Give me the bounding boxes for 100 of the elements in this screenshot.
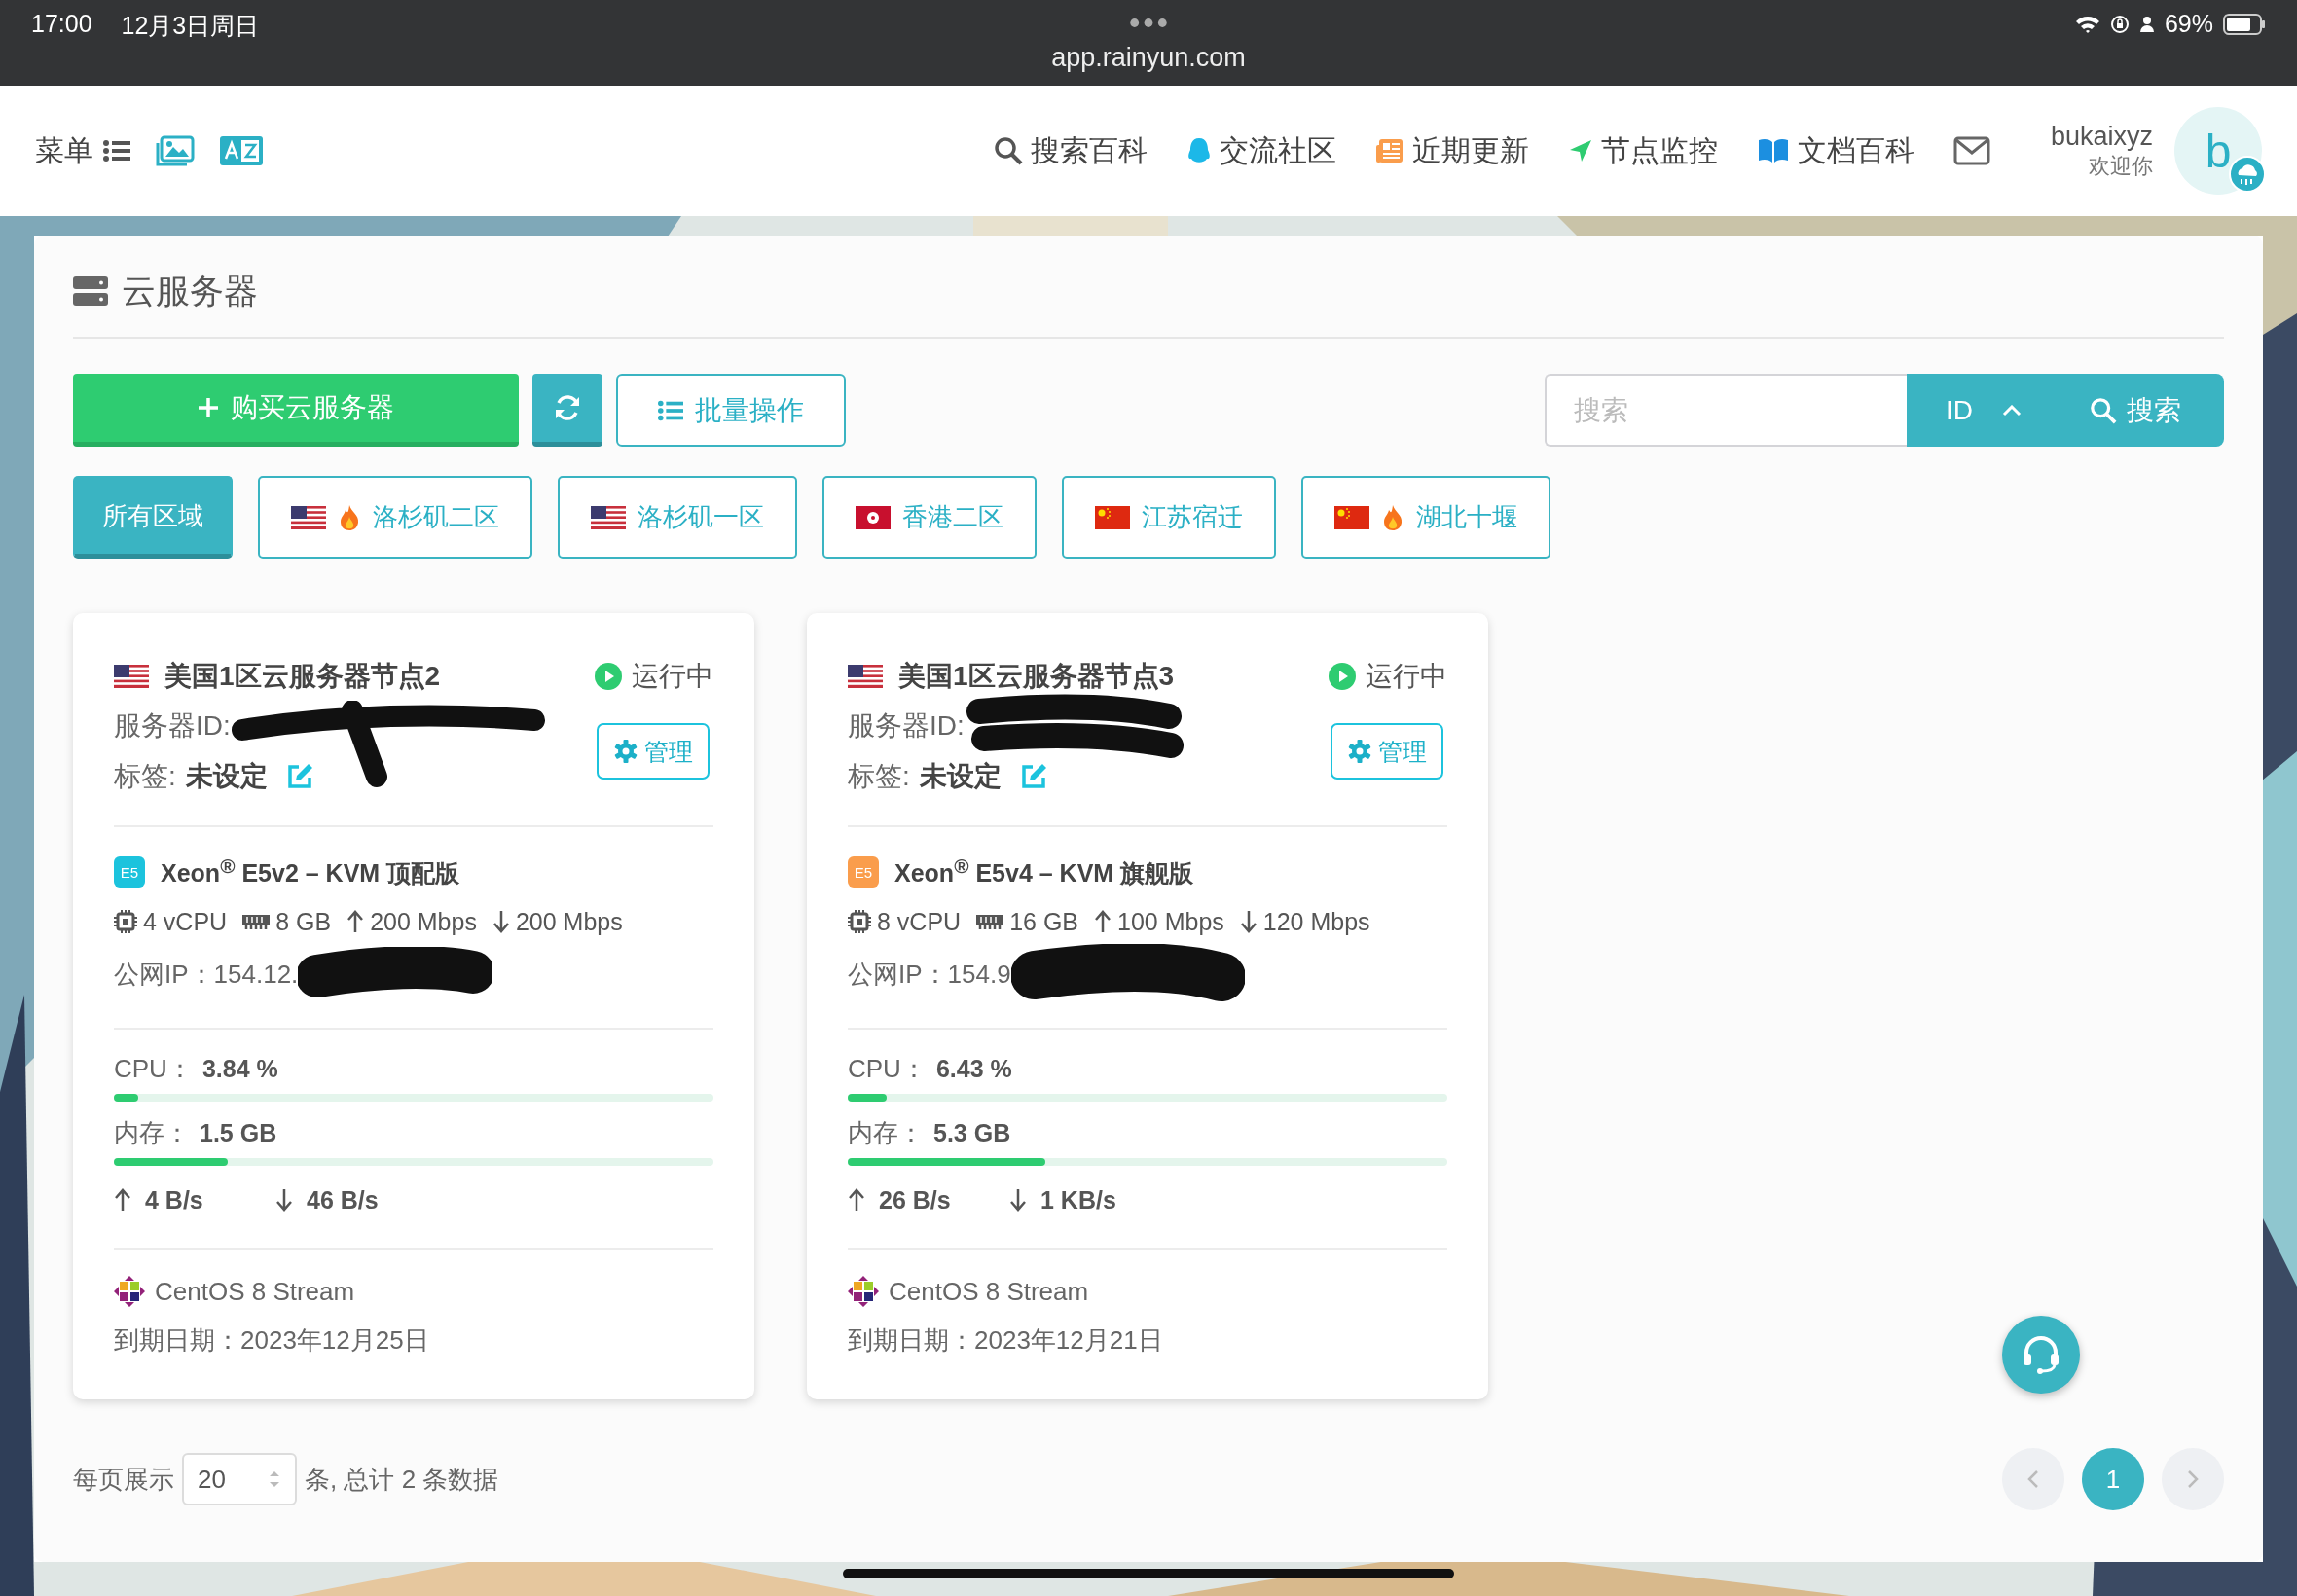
- lock-rotation-icon: [2109, 14, 2130, 34]
- penguin-icon: [1185, 136, 1212, 165]
- play-icon: [1329, 663, 1356, 690]
- pinwheel-logo-icon: [114, 1276, 145, 1307]
- menu-button[interactable]: 菜单: [35, 130, 130, 171]
- chip-icon: [848, 910, 871, 933]
- fire-icon: [1381, 503, 1404, 531]
- book-icon: [1756, 137, 1790, 164]
- nav-link[interactable]: 节点监控: [1567, 130, 1718, 171]
- plan-name: Xeon$^{®}$ E5v2 – KVM 顶配版: [161, 853, 460, 889]
- memory-label: 内存：: [114, 1116, 190, 1149]
- down-arrow-icon: [1009, 1188, 1027, 1212]
- support-button[interactable]: [2002, 1316, 2080, 1394]
- cpu-badge: E5: [114, 856, 145, 888]
- list-icon: [103, 140, 130, 162]
- fire-icon: [338, 503, 361, 531]
- play-icon: [595, 663, 622, 690]
- memory-icon: [976, 913, 1004, 930]
- expiry-date: 2023年12月25日: [240, 1324, 429, 1357]
- translate-icon[interactable]: [220, 136, 263, 165]
- person-icon: [2138, 14, 2155, 34]
- upload-speed: 26 B/s: [879, 1185, 952, 1215]
- nav-link[interactable]: 搜索百科: [993, 130, 1148, 171]
- search-icon: [993, 136, 1023, 165]
- battery-percent: 69%: [2164, 10, 2213, 38]
- nav-link[interactable]: 交流社区: [1185, 130, 1336, 171]
- up-arrow-icon: [346, 910, 365, 933]
- search-icon: [2090, 396, 2117, 424]
- cpu-label: CPU：: [114, 1052, 193, 1085]
- download-bandwidth: 200 Mbps: [515, 907, 623, 936]
- cpu-usage: 6.43 %: [935, 1054, 1012, 1083]
- plan-name: Xeon$^{®}$ E5v4 – KVM 旗舰版: [894, 853, 1194, 889]
- up-arrow-icon: [1094, 910, 1112, 933]
- user-name: bukaixyz: [2050, 121, 2153, 152]
- refresh-icon: [553, 393, 582, 422]
- manage-button[interactable]: 管理: [1331, 723, 1443, 780]
- ip-label: 公网IP：: [114, 958, 214, 991]
- down-arrow-icon: [1239, 910, 1258, 933]
- tag-label: 标签:: [114, 760, 176, 793]
- sort-field-select[interactable]: ID: [1907, 374, 2051, 447]
- search-button[interactable]: 搜索: [2051, 374, 2224, 447]
- wifi-icon: [2074, 14, 2100, 34]
- region-filter[interactable]: 江苏宿迁: [1062, 476, 1276, 559]
- total-count: 条, 总计 2 条数据: [305, 1463, 499, 1496]
- more-dots-icon[interactable]: [1129, 18, 1168, 28]
- batch-action-button[interactable]: 批量操作: [616, 374, 846, 447]
- os-name: CentOS 8 Stream: [889, 1276, 1089, 1307]
- plus-icon: [198, 397, 219, 418]
- flag-icon: [114, 665, 149, 688]
- server-icon: [73, 276, 108, 306]
- nav-link[interactable]: 近期更新: [1374, 130, 1529, 171]
- tag-value: 未设定: [919, 760, 1002, 793]
- refresh-button[interactable]: [532, 374, 602, 447]
- ip-address: 154.12.: [213, 959, 299, 990]
- nav-link[interactable]: 文档百科: [1756, 130, 1914, 171]
- status-text: 运行中: [632, 660, 713, 693]
- region-filter[interactable]: 洛杉矶二区: [258, 476, 532, 559]
- list-icon: [658, 399, 683, 421]
- upload-speed: 4 B/s: [145, 1185, 204, 1215]
- sort-arrows-icon: [268, 1469, 281, 1490]
- memory-usage: 5.3 GB: [933, 1118, 1011, 1147]
- region-filter[interactable]: 香港二区: [822, 476, 1037, 559]
- greeting-text: 欢迎你: [2089, 152, 2153, 180]
- page-button[interactable]: 1: [2082, 1448, 2144, 1510]
- memory-icon: [242, 913, 271, 930]
- region-filter[interactable]: 所有区域: [73, 476, 233, 559]
- gear-icon: [1347, 739, 1372, 764]
- url-text[interactable]: app.rainyun.com: [1051, 43, 1246, 73]
- server-name[interactable]: 美国1区云服务器节点3: [898, 658, 1175, 695]
- flag-icon: [856, 505, 891, 529]
- ram-size: 16 GB: [1009, 907, 1078, 936]
- memory-label: 内存：: [848, 1116, 924, 1149]
- search-field[interactable]: 搜索: [1545, 374, 1907, 447]
- vcpu-count: 8 vCPU: [877, 907, 962, 936]
- battery-icon: [2223, 13, 2266, 35]
- status-text: 运行中: [1366, 660, 1447, 693]
- buy-server-button[interactable]: 购买云服务器: [73, 374, 519, 447]
- server-name[interactable]: 美国1区云服务器节点2: [164, 658, 441, 695]
- image-icon[interactable]: [156, 135, 195, 166]
- page-title: 云服务器: [122, 270, 258, 311]
- manage-button[interactable]: 管理: [597, 723, 710, 780]
- pinwheel-logo-icon: [848, 1276, 879, 1307]
- expiry-date: 2023年12月21日: [974, 1324, 1163, 1357]
- expiry-label: 到期日期：: [848, 1324, 974, 1357]
- vcpu-count: 4 vCPU: [143, 907, 228, 936]
- flag-icon: [291, 505, 326, 529]
- region-filter[interactable]: 湖北十堰: [1301, 476, 1550, 559]
- region-filter[interactable]: 洛杉矶一区: [558, 476, 797, 559]
- up-arrow-icon: [114, 1188, 131, 1212]
- flag-icon: [1334, 505, 1369, 529]
- ram-size: 8 GB: [275, 907, 332, 936]
- expiry-label: 到期日期：: [114, 1324, 240, 1357]
- upload-bandwidth: 200 Mbps: [370, 907, 477, 936]
- per-page-label: 每页展示: [73, 1463, 174, 1496]
- page-size-select[interactable]: 20: [182, 1453, 297, 1505]
- newspaper-icon: [1374, 137, 1404, 164]
- chevron-right-icon: [2186, 1469, 2200, 1490]
- mail-icon[interactable]: [1952, 136, 1990, 165]
- down-arrow-icon: [492, 910, 510, 933]
- gear-icon: [613, 739, 638, 764]
